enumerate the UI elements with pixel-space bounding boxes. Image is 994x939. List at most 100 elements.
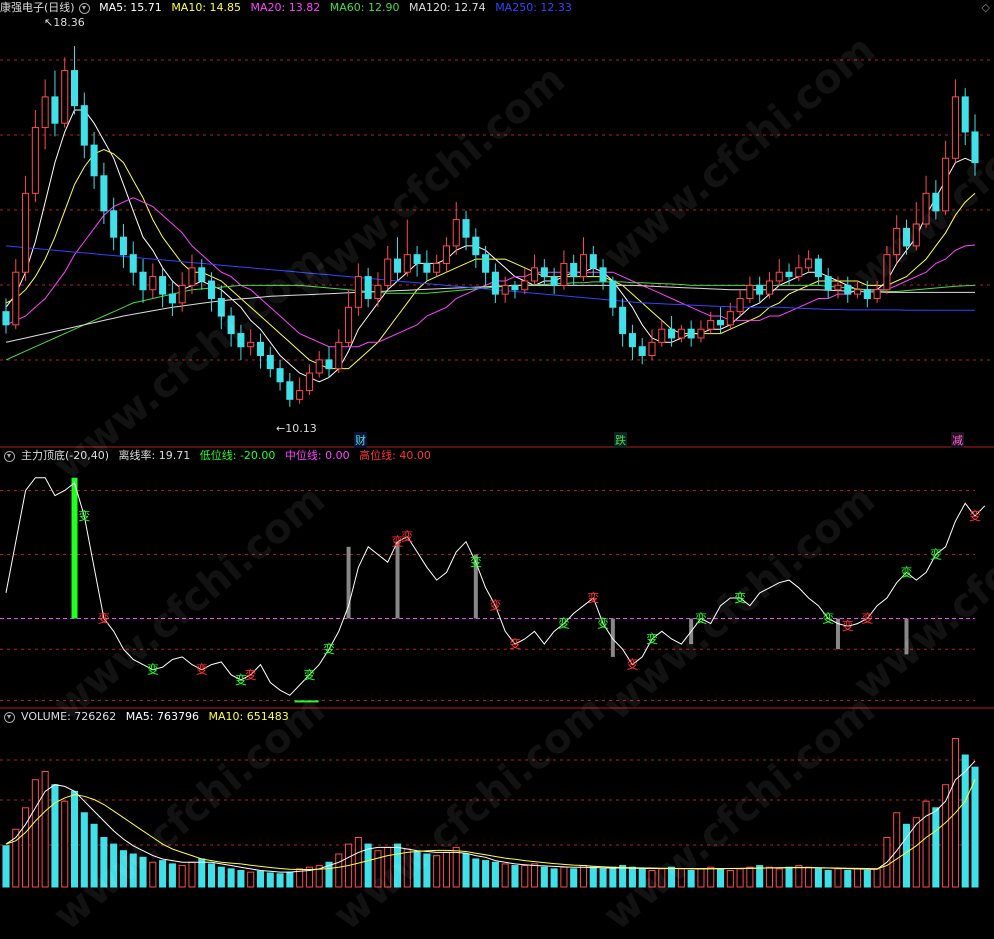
candle-body	[707, 319, 715, 330]
candle-body	[374, 284, 382, 300]
candle-body	[393, 258, 402, 273]
volume-header: VOLUME: 726262 MA5: 763796 MA10: 651483	[0, 709, 295, 725]
candle-body	[756, 284, 764, 295]
candle-body	[511, 284, 519, 291]
volume-bar	[413, 851, 421, 888]
candle-body	[276, 368, 284, 383]
volume-bar	[844, 870, 852, 888]
candle-body	[599, 267, 607, 282]
volume-bar	[188, 861, 196, 888]
volume-bar	[403, 848, 411, 888]
volume-bar	[80, 812, 88, 888]
candle-body	[286, 381, 294, 400]
volume-bar	[256, 870, 265, 888]
volume-bar	[61, 800, 69, 888]
candle-body	[433, 262, 441, 273]
volume-bar	[472, 858, 480, 888]
candle-body	[854, 289, 862, 295]
settings-icon[interactable]: ◇	[982, 1, 990, 14]
volume-bar	[579, 865, 588, 888]
volume-bar	[736, 868, 744, 888]
candle-body	[188, 267, 196, 286]
osc-change-marker: 变	[245, 667, 257, 682]
volume-ma10: MA10: 651483	[208, 710, 289, 723]
candle-body	[521, 280, 529, 291]
candle-body	[345, 306, 353, 343]
event-marker-reduce[interactable]: 减	[951, 432, 964, 448]
osc-change-marker: 变	[626, 657, 638, 672]
volume-bar	[687, 870, 695, 888]
volume-bar	[100, 837, 108, 888]
candle-body	[482, 254, 490, 273]
volume-bar	[638, 868, 646, 888]
price-low-label: ←10.13	[276, 422, 317, 435]
volume-bar	[873, 868, 881, 888]
volume-bar	[589, 866, 597, 888]
volume-bar	[521, 865, 529, 888]
osc-change-marker: 变	[900, 564, 912, 579]
osc-low-marker	[294, 700, 319, 703]
candle-body	[726, 311, 734, 326]
candle-body	[785, 271, 793, 278]
osc-change-marker: 变	[196, 662, 208, 677]
candle-body	[648, 341, 656, 356]
volume-bar	[824, 870, 832, 888]
dropdown-icon[interactable]	[4, 711, 15, 723]
candle-body	[41, 96, 49, 129]
osc-gray-bar	[904, 618, 909, 655]
candle-body	[256, 341, 265, 356]
candle-body	[765, 280, 773, 295]
candle-body	[863, 289, 871, 300]
high-line-legend: 高位线: 40.00	[359, 449, 431, 462]
volume-bar	[628, 866, 636, 888]
candle-body	[971, 131, 979, 164]
dropdown-icon[interactable]	[4, 450, 15, 462]
candle-body	[100, 175, 108, 212]
legend-ma20: MA20: 13.82	[250, 1, 321, 14]
volume-bar	[501, 863, 509, 888]
volume-bar	[775, 868, 783, 888]
candle-body	[462, 219, 470, 238]
osc-change-marker: 变	[303, 667, 315, 682]
volume-bar	[364, 843, 372, 888]
volume-bar	[31, 779, 39, 888]
candle-body	[70, 70, 79, 107]
volume-bar	[658, 868, 666, 888]
volume-value[interactable]: VOLUME: 726262	[21, 710, 116, 723]
osc-change-marker: 变	[842, 618, 854, 633]
volume-bar	[442, 851, 450, 888]
candle-body	[305, 372, 313, 392]
volume-bar	[834, 868, 842, 888]
indicator-name[interactable]: 主力顶底(-20,40)	[21, 449, 109, 462]
candle-body	[325, 359, 333, 370]
event-marker-drop[interactable]: 跌	[614, 432, 627, 448]
candle-body	[413, 254, 421, 264]
volume-bar	[178, 865, 186, 888]
volume-bar	[648, 870, 656, 888]
volume-bar	[286, 871, 294, 888]
candle-body	[198, 267, 206, 282]
candle-body	[716, 319, 725, 326]
osc-change-marker: 变	[98, 611, 110, 626]
candle-body	[227, 315, 235, 335]
candle-body	[658, 328, 666, 343]
candle-body	[932, 192, 940, 212]
osc-high-bar	[71, 477, 78, 619]
candle-body	[628, 333, 636, 348]
candle-body	[775, 271, 783, 282]
volume-bar	[276, 873, 284, 888]
event-marker-finance[interactable]: 财	[354, 432, 367, 448]
volume-bar	[393, 843, 402, 888]
dropdown-icon[interactable]	[78, 2, 90, 14]
candle-body	[589, 254, 597, 269]
candle-body	[951, 96, 959, 159]
osc-change-marker: 变	[695, 611, 707, 626]
candle-body	[560, 262, 568, 286]
candle-body	[2, 311, 10, 326]
volume-bar	[805, 866, 813, 888]
volume-bar	[70, 790, 79, 888]
candle-body	[873, 289, 881, 300]
stock-name[interactable]: 康强电子(日线)	[0, 1, 75, 14]
candle-body	[824, 276, 832, 291]
volume-bar	[335, 853, 343, 888]
